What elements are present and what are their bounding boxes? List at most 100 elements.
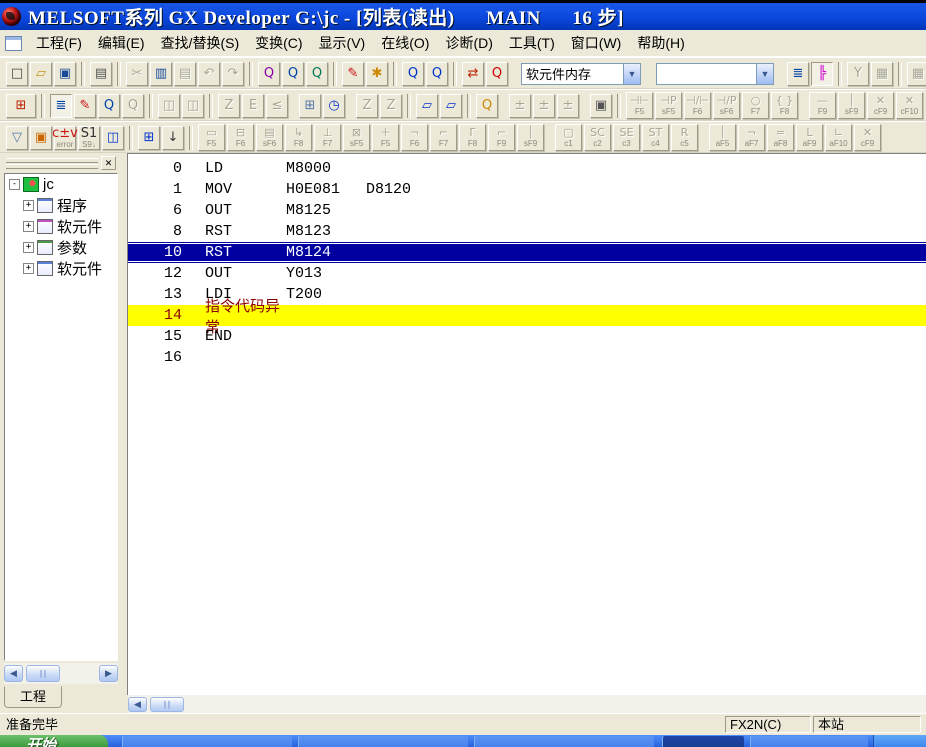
line-a8-button[interactable]: =aF8 <box>767 124 794 151</box>
list-row-selected[interactable]: 10RSTM8124 <box>128 242 926 263</box>
read-mode-button[interactable]: E <box>242 94 264 118</box>
device-value-combo[interactable]: ▼ <box>656 63 774 85</box>
device-test-set-button[interactable]: ± <box>557 94 579 118</box>
window-copy-button[interactable]: ▣ <box>30 126 52 150</box>
circuit-block-button[interactable]: ⊞ <box>299 94 321 118</box>
rule-corner4-button[interactable]: ⌐F9 <box>488 124 515 151</box>
monitor-start-button[interactable]: ◫ <box>158 94 180 118</box>
tree-item-device-comment[interactable]: +软元件 <box>5 216 117 237</box>
tree-expand-icon[interactable]: + <box>23 263 34 274</box>
menu-online[interactable]: 在线(O) <box>373 30 437 56</box>
ladder-closed-branch-button[interactable]: ⊣/PsF6 <box>713 92 740 119</box>
rule-corner2-button[interactable]: ⌐F7 <box>430 124 457 151</box>
line-a10-button[interactable]: ∟aF10 <box>825 124 852 151</box>
tree-expand-icon[interactable]: + <box>23 242 34 253</box>
insert-mode-button[interactable]: ≤ <box>266 94 288 118</box>
panel-close-icon[interactable]: ✕ <box>101 156 116 170</box>
redo-button[interactable]: ↷ <box>222 62 244 86</box>
sfc-jump-button[interactable]: ↳F8 <box>285 124 312 151</box>
write-mode-button[interactable]: Z <box>218 94 240 118</box>
split-window-button[interactable]: ◫ <box>102 126 124 150</box>
print-button[interactable]: ▤ <box>90 62 112 86</box>
menu-convert[interactable]: 变换(C) <box>247 30 310 56</box>
tree-horizontal-scrollbar[interactable]: ◀ ∥∥ ▶ <box>4 663 118 684</box>
device-test-plus-button[interactable]: ± <box>509 94 531 118</box>
error-jump-button[interactable]: c±verror <box>54 126 76 150</box>
child-window-icon[interactable] <box>5 36 22 51</box>
param-check-button[interactable]: Y <box>847 62 869 86</box>
scroll-right-icon[interactable]: ▶ <box>99 665 118 682</box>
tree-item-device-memory[interactable]: +软元件 <box>5 258 117 279</box>
list-row[interactable]: 1MOVH0E081D8120 <box>128 179 926 200</box>
taskbar-button[interactable] <box>122 736 292 747</box>
instruction-list-view[interactable]: 0LDM80001MOVH0E081D81206OUTM81258RSTM812… <box>127 153 926 695</box>
ladder-vline-button[interactable]: │sF9 <box>838 92 865 119</box>
ladder-open-contact-button[interactable]: ⊣⊢F5 <box>626 92 653 119</box>
rule-corner3-button[interactable]: ΓF8 <box>459 124 486 151</box>
program-check-button[interactable]: ▦ <box>871 62 893 86</box>
find-coil-button[interactable]: Q <box>122 94 144 118</box>
logic-test-button[interactable]: ▦ <box>907 62 926 86</box>
project-tree-toggle[interactable]: ╠ <box>811 62 833 86</box>
sfc-box-lines-button[interactable]: ▤sF6 <box>256 124 283 151</box>
verify-button[interactable]: ≣ <box>787 62 809 86</box>
window-jump1-button[interactable]: ▱ <box>416 94 438 118</box>
find-string-button[interactable]: Q <box>306 62 328 86</box>
sfc-box-button[interactable]: ▭F5 <box>198 124 225 151</box>
taskbar-button[interactable] <box>750 736 868 747</box>
paste-button[interactable]: ▤ <box>174 62 196 86</box>
ladder-coil-button[interactable]: ○F7 <box>742 92 769 119</box>
device-batch-button[interactable]: ✱ <box>366 62 388 86</box>
find-button[interactable]: Q <box>258 62 280 86</box>
list-row[interactable]: 15END <box>128 326 926 347</box>
taskbar-button[interactable] <box>474 736 654 747</box>
tree-expand-icon[interactable]: + <box>23 200 34 211</box>
step-r-button[interactable]: Rc5 <box>671 124 698 151</box>
line-a7-button[interactable]: ¬aF7 <box>738 124 765 151</box>
menu-find-replace[interactable]: 查找/替换(S) <box>153 30 248 56</box>
project-tab[interactable]: 工程 <box>4 686 62 708</box>
sfc-end-button[interactable]: ⊥F7 <box>314 124 341 151</box>
list-row[interactable]: 6OUTM8125 <box>128 200 926 221</box>
menu-window[interactable]: 窗口(W) <box>563 30 630 56</box>
save-button[interactable]: ▣ <box>54 62 76 86</box>
menu-help[interactable]: 帮助(H) <box>629 30 692 56</box>
tree-expand-icon[interactable]: + <box>23 221 34 232</box>
tree-item-parameter[interactable]: +参数 <box>5 237 117 258</box>
undo-button[interactable]: ↶ <box>198 62 220 86</box>
menu-tools[interactable]: 工具(T) <box>501 30 563 56</box>
step-sc-button[interactable]: SCc2 <box>584 124 611 151</box>
step-st-button[interactable]: STc4 <box>642 124 669 151</box>
transfer-setup-button[interactable]: ⇄ <box>462 62 484 86</box>
line-a9-button[interactable]: LaF9 <box>796 124 823 151</box>
grid-display-button[interactable]: ⊞ <box>138 126 160 150</box>
circuit-zoom-in-button[interactable]: Q <box>402 62 424 86</box>
find-person-button[interactable]: Q <box>476 94 498 118</box>
rule-cross-button[interactable]: ＋F5 <box>372 124 399 151</box>
ladder-list-mode-button[interactable]: ⊞ <box>6 94 36 118</box>
device-test-minus-button[interactable]: ± <box>533 94 555 118</box>
line-av-button[interactable]: │aF5 <box>709 124 736 151</box>
list-horizontal-scrollbar[interactable]: ◀ ∥∥ <box>127 695 926 713</box>
title-bar[interactable]: MELSOFT系列 GX Developer G:\jc - [列表(读出) M… <box>0 0 926 30</box>
step-exec2-button[interactable]: Z <box>380 94 402 118</box>
tree-item-program[interactable]: +程序 <box>5 195 117 216</box>
ladder-application-button[interactable]: { }F8 <box>771 92 798 119</box>
scroll-thumb[interactable]: ∥∥ <box>26 665 60 682</box>
ladder-open-branch-button[interactable]: ⊣PsF5 <box>655 92 682 119</box>
step-exec1-button[interactable]: Z <box>356 94 378 118</box>
sfc-box-top-button[interactable]: ⊟F6 <box>227 124 254 151</box>
open-button[interactable]: ▱ <box>30 62 52 86</box>
panel-grip[interactable] <box>6 164 98 169</box>
ladder-hline-delete-button[interactable]: ✕cF9 <box>867 92 894 119</box>
s1s9-sort-button[interactable]: S1S9↓ <box>78 126 100 150</box>
step-run-button[interactable]: ▽ <box>6 126 28 150</box>
monitor-check-button[interactable]: Q <box>486 62 508 86</box>
list-row[interactable]: 16 <box>128 347 926 368</box>
copy-button[interactable]: ▥ <box>150 62 172 86</box>
device-test-button[interactable]: ✎ <box>342 62 364 86</box>
taskbar-button-active[interactable] <box>662 736 744 747</box>
menu-view[interactable]: 显示(V) <box>311 30 374 56</box>
entry-monitor-button[interactable]: ▣ <box>590 94 612 118</box>
panel-grip[interactable] <box>6 158 98 163</box>
